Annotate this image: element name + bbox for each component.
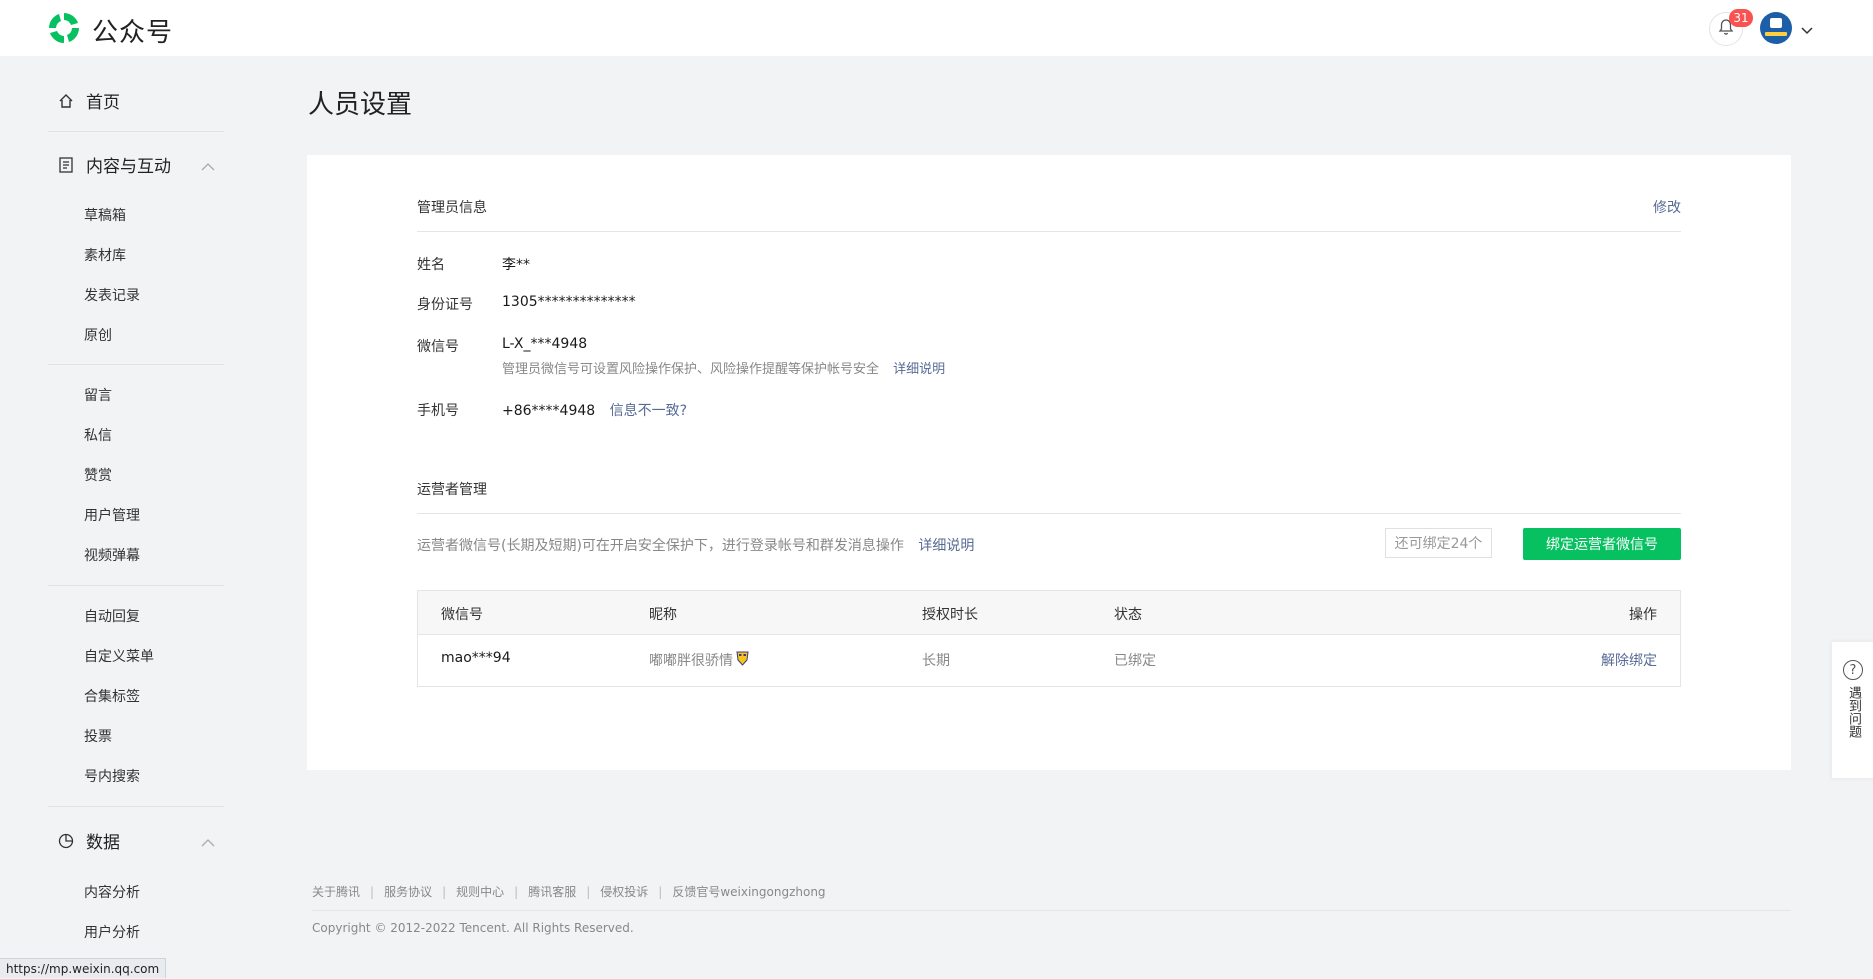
column-header: 授权时长 (922, 607, 978, 623)
operator-status: 已绑定 (1114, 653, 1156, 669)
sidebar-item-publish-history[interactable]: 发表记录 (84, 285, 140, 305)
sidebar-item-account-search[interactable]: 号内搜索 (84, 766, 140, 786)
footer-divider (312, 910, 1791, 911)
divider (48, 131, 224, 132)
app-name: 公众号 (92, 17, 174, 48)
sidebar-item-voting[interactable]: 投票 (84, 726, 112, 746)
sidebar-item-user-analysis[interactable]: 用户分析 (84, 922, 140, 942)
sidebar-item-messages[interactable]: 私信 (84, 425, 112, 445)
sidebar-group-content[interactable]: 内容与互动 (56, 152, 171, 177)
browser-status-url: https://mp.weixin.qq.com (0, 958, 167, 978)
document-icon (56, 155, 76, 175)
operators-section-header: 运营者管理 (417, 479, 1681, 514)
table-header: 微信号 昵称 授权时长 状态 操作 (418, 591, 1680, 635)
top-bar: 公众号 31 (0, 0, 1873, 56)
wechat-detail-link[interactable]: 详细说明 (893, 362, 945, 377)
operator-wechat: mao***94 (441, 650, 511, 666)
column-header: 微信号 (441, 607, 483, 623)
edit-admin-link[interactable]: 修改 (1653, 197, 1681, 217)
phone-value: +86****4948 (502, 403, 596, 419)
footer-link-feedback[interactable]: 反馈官号weixingongzhong (672, 883, 825, 900)
sidebar-item-user-management[interactable]: 用户管理 (84, 505, 140, 525)
sidebar-item-rewards[interactable]: 赞赏 (84, 465, 112, 485)
sidebar-item-materials[interactable]: 素材库 (84, 245, 126, 265)
sidebar-item-original[interactable]: 原创 (84, 325, 112, 345)
operators-desc-text: 运营者微信号(长期及短期)可在开启安全保护下，进行登录帐号和群发消息操作 (417, 538, 904, 554)
sidebar-item-home[interactable]: 首页 (56, 88, 120, 113)
account-menu-chevron-down-icon[interactable] (1801, 20, 1813, 39)
column-header: 状态 (1114, 607, 1142, 623)
info-mismatch-link[interactable]: 信息不一致? (610, 403, 687, 419)
chevron-up-icon[interactable] (201, 832, 215, 851)
sidebar-item-comments[interactable]: 留言 (84, 385, 112, 405)
wechat-label: 微信号 (417, 339, 459, 355)
sidebar-item-custom-menu[interactable]: 自定义菜单 (84, 646, 154, 666)
page-title: 人员设置 (308, 90, 413, 120)
pie-chart-icon (56, 831, 76, 851)
sidebar-group-label: 数据 (86, 833, 120, 853)
sidebar-group-data[interactable]: 数据 (56, 828, 120, 853)
operator-nickname: 嘟嘟胖很骄情 (649, 653, 733, 669)
logo[interactable]: 公众号 (46, 10, 173, 50)
emoji-icon (735, 650, 750, 670)
phone-row: +86****4948 信息不一致? (502, 400, 687, 420)
phone-label: 手机号 (417, 403, 459, 419)
section-title: 管理员信息 (417, 200, 487, 216)
id-label: 身份证号 (417, 297, 473, 313)
operators-detail-link[interactable]: 详细说明 (918, 538, 974, 554)
remaining-binds: 还可绑定24个 (1385, 528, 1492, 558)
operator-nickname-cell: 嘟嘟胖很骄情 (649, 650, 750, 670)
divider (48, 585, 224, 586)
operator-duration: 长期 (922, 653, 950, 669)
column-header: 昵称 (649, 607, 677, 623)
name-label: 姓名 (417, 257, 445, 273)
sidebar: 首页 内容与互动 草稿箱 素材库 发表记录 原创 留言 私信 赞赏 用户管理 视… (0, 56, 280, 978)
sidebar-item-drafts[interactable]: 草稿箱 (84, 205, 126, 225)
operators-description: 运营者微信号(长期及短期)可在开启安全保护下，进行登录帐号和群发消息操作 详细说… (417, 535, 974, 555)
footer-link-infringement[interactable]: 侵权投诉 (600, 883, 648, 900)
copyright: Copyright © 2012-2022 Tencent. All Right… (312, 921, 634, 935)
sidebar-item-video-danmaku[interactable]: 视频弹幕 (84, 545, 140, 565)
footer-link-support[interactable]: 腾讯客服 (528, 883, 576, 900)
section-title: 运营者管理 (417, 482, 487, 498)
admin-section-header: 管理员信息 修改 (417, 197, 1681, 232)
column-header: 操作 (1629, 607, 1657, 623)
wechat-official-logo-icon (46, 10, 82, 50)
footer-link-rules[interactable]: 规则中心 (456, 883, 504, 900)
question-icon: ? (1843, 660, 1863, 680)
footer-links: 关于腾讯 | 服务协议 | 规则中心 | 腾讯客服 | 侵权投诉 | 反馈官号weixin… (312, 883, 826, 900)
sidebar-item-label: 首页 (86, 93, 120, 113)
sidebar-item-collection-tags[interactable]: 合集标签 (84, 686, 140, 706)
footer-link-about[interactable]: 关于腾讯 (312, 883, 360, 900)
help-label: 遇到问题 (1846, 686, 1861, 738)
divider (48, 806, 224, 807)
sidebar-item-auto-reply[interactable]: 自动回复 (84, 606, 140, 626)
divider (48, 364, 224, 365)
name-value: 李** (502, 257, 530, 273)
wechat-value: L-X_***4948 (502, 336, 588, 352)
wechat-hint: 管理员微信号可设置风险操作保护、风险操作提醒等保护帐号安全 详细说明 (502, 358, 945, 377)
settings-card: 管理员信息 修改 姓名 李** 身份证号 1305************** … (307, 155, 1791, 770)
chevron-up-icon[interactable] (201, 156, 215, 175)
unbind-link[interactable]: 解除绑定 (1601, 650, 1657, 670)
footer-link-terms[interactable]: 服务协议 (384, 883, 432, 900)
bind-operator-button[interactable]: 绑定运营者微信号 (1523, 528, 1681, 560)
home-icon (56, 91, 76, 111)
sidebar-group-label: 内容与互动 (86, 157, 171, 177)
wechat-hint-text: 管理员微信号可设置风险操作保护、风险操作提醒等保护帐号安全 (502, 362, 880, 377)
help-float-button[interactable]: ? 遇到问题 (1831, 641, 1873, 779)
operators-table: 微信号 昵称 授权时长 状态 操作 mao***94 嘟嘟胖很骄情 长期 已绑定… (417, 590, 1681, 687)
account-avatar[interactable] (1760, 12, 1792, 44)
notification-badge: 31 (1729, 9, 1753, 27)
sidebar-item-content-analysis[interactable]: 内容分析 (84, 882, 140, 902)
id-value: 1305************** (502, 294, 636, 310)
